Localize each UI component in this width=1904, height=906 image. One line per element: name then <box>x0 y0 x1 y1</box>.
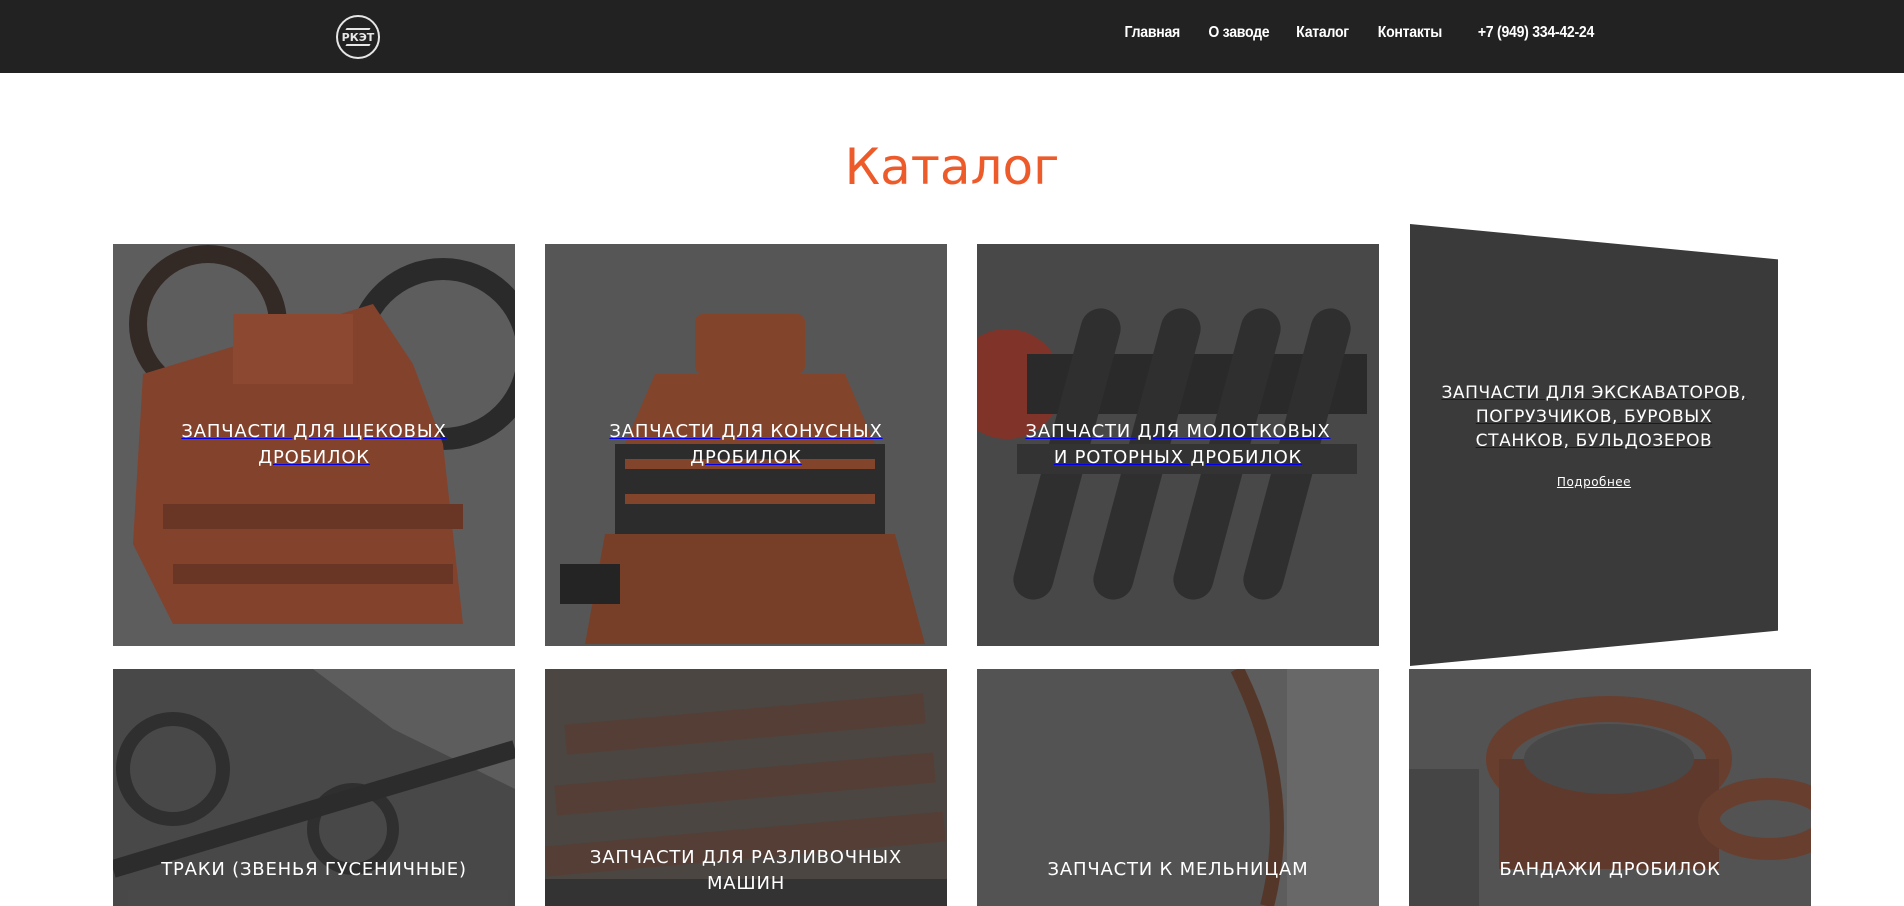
catalog-card-tracks[interactable]: Траки (звенья гусеничные) <box>113 669 515 906</box>
card-label: Запчасти к мельницам <box>1047 859 1309 880</box>
page-title: Каталог <box>844 138 1060 196</box>
top-navigation-bar: РКЭТ Главная О заводе Каталог Контакты +… <box>0 0 1904 73</box>
logo-text: РКЭТ <box>341 30 375 44</box>
nav-item-phone[interactable]: +7 (949) 334-42-24 <box>1478 24 1594 42</box>
catalog-card-cone-crusher[interactable]: Запчасти для конусных дробилок <box>545 244 947 646</box>
main-nav: Главная О заводе Каталог Контакты +7 (94… <box>1117 24 1594 42</box>
card-label: Траки (звенья гусеничные) <box>161 859 467 880</box>
more-link[interactable]: Подробнее <box>1557 475 1631 489</box>
catalog-card-crusher-bands[interactable]: Бандажи дробилок <box>1409 669 1811 906</box>
nav-item-catalog[interactable]: Каталог <box>1296 24 1349 42</box>
nav-item-home[interactable]: Главная <box>1124 24 1180 42</box>
card-label: Запчасти для молотковых и роторных дроби… <box>1025 421 1331 468</box>
card-label: Запчасти для конусных дробилок <box>609 421 883 468</box>
catalog-card-mills[interactable]: Запчасти к мельницам <box>977 669 1379 906</box>
card-label: Запчасти для щековых дробилок <box>181 421 447 468</box>
catalog-card-casting-machines[interactable]: Запчасти для разливочных машин <box>545 669 947 906</box>
nav-item-contacts[interactable]: Контакты <box>1378 24 1443 42</box>
card-label: Бандажи дробилок <box>1499 859 1721 880</box>
card-label: Запчасти для экскаваторов, погрузчиков, … <box>1441 383 1747 451</box>
nav-item-about[interactable]: О заводе <box>1208 24 1269 42</box>
catalog-card-jaw-crusher[interactable]: Запчасти для щековых дробилок <box>113 244 515 646</box>
card-label: Запчасти для разливочных машин <box>589 847 903 894</box>
catalog-card-hammer-crusher[interactable]: Запчасти для молотковых и роторных дроби… <box>977 244 1379 646</box>
catalog-card-excavator-parts[interactable]: Запчасти для экскаваторов, погрузчиков, … <box>1410 224 1778 666</box>
company-logo[interactable]: РКЭТ <box>336 15 380 59</box>
